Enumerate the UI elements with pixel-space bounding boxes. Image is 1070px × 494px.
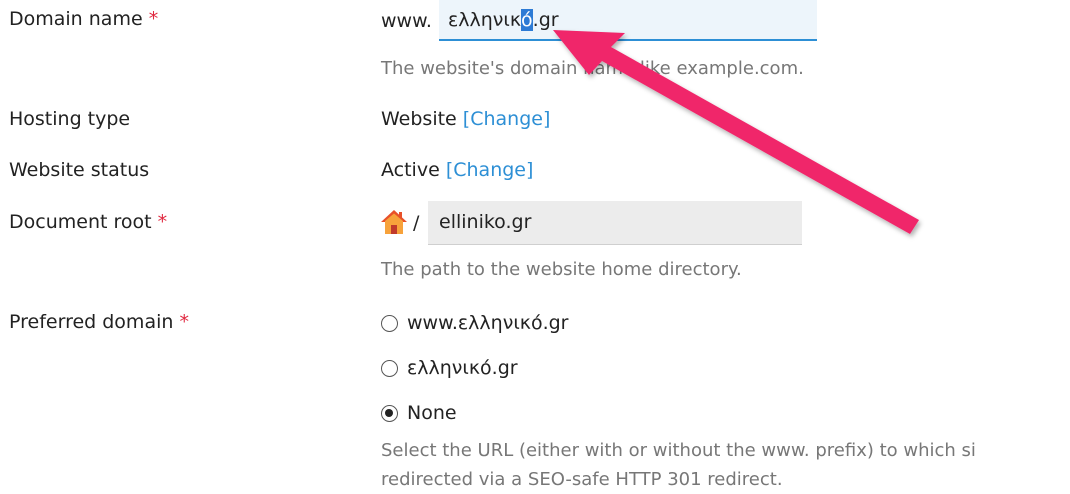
hosting-type-change-link[interactable]: [Change] [463, 108, 551, 130]
domain-value-after: .gr [532, 9, 559, 31]
document-root-label: Document root * [9, 211, 167, 233]
preferred-domain-hint-line2: redirected via a SEO-safe HTTP 301 redir… [381, 469, 783, 490]
document-root-label-text: Document root [9, 211, 152, 233]
website-status-value-row: Active [Change] [381, 159, 533, 181]
radio-label: www.ελληνικό.gr [407, 312, 569, 334]
preferred-domain-option-www[interactable]: www.ελληνικό.gr [381, 310, 569, 336]
radio-label: None [407, 402, 457, 424]
required-mark: * [148, 8, 159, 30]
domain-name-label-text: Domain name [9, 8, 143, 30]
radio-button[interactable] [381, 359, 398, 377]
path-separator: / [413, 212, 420, 234]
domain-value-selected: ό [521, 9, 533, 31]
hosting-type-value-row: Website [Change] [381, 108, 550, 130]
preferred-domain-label-text: Preferred domain [9, 311, 174, 333]
preferred-domain-option-none[interactable]: None [381, 400, 457, 426]
website-status-value: Active [381, 159, 440, 181]
radio-button-checked[interactable] [381, 404, 398, 422]
preferred-domain-hint-line1: Select the URL (either with or without t… [381, 440, 976, 461]
hosting-type-value: Website [381, 108, 457, 130]
hosting-type-label: Hosting type [9, 108, 131, 130]
document-root-input[interactable]: elliniko.gr [428, 201, 802, 245]
domain-name-hint: The website's domain name like example.c… [381, 58, 804, 79]
required-mark: * [179, 311, 189, 333]
radio-label: ελληνικό.gr [407, 357, 518, 379]
radio-button[interactable] [381, 314, 398, 332]
domain-value-before: ελληνικ [448, 9, 522, 31]
website-status-label: Website status [9, 159, 150, 181]
document-root-hint: The path to the website home directory. [381, 259, 742, 280]
domain-name-label: Domain name * [9, 8, 158, 30]
required-mark: * [157, 211, 168, 233]
home-icon [381, 210, 407, 234]
www-prefix: www. [381, 10, 432, 32]
website-status-change-link[interactable]: [Change] [446, 159, 534, 181]
domain-name-input[interactable]: ελληνικό.gr [439, 0, 817, 41]
preferred-domain-label: Preferred domain * [9, 311, 189, 333]
preferred-domain-option-non-www[interactable]: ελληνικό.gr [381, 355, 518, 381]
